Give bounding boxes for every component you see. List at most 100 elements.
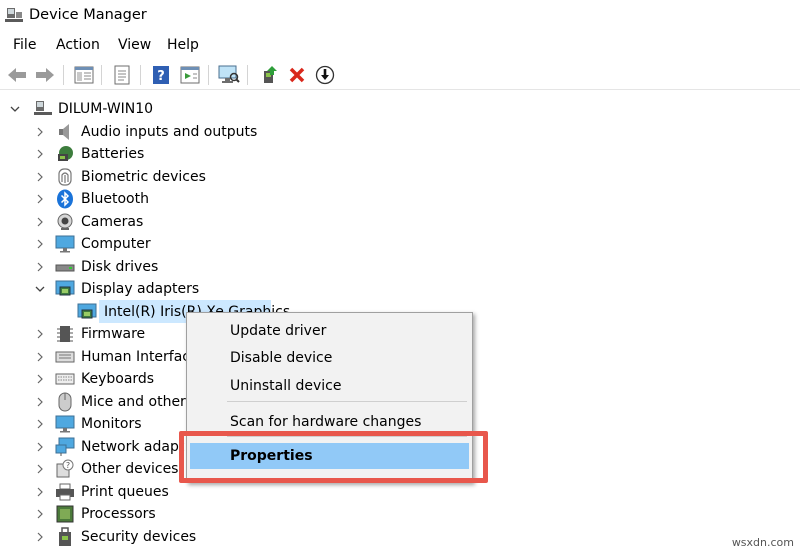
chevron-right-icon[interactable] [35, 239, 45, 249]
forward-arrow-icon[interactable] [34, 64, 56, 86]
tree-item-biometric[interactable]: Biometric devices [0, 166, 300, 188]
menu-item-update-driver[interactable]: Update driver [187, 318, 472, 344]
bluetooth-icon [55, 189, 75, 209]
tree-item-security-devices[interactable]: Security devices [0, 526, 300, 548]
chevron-down-icon[interactable] [35, 284, 45, 294]
chevron-right-icon[interactable] [35, 464, 45, 474]
chevron-right-icon[interactable] [35, 329, 45, 339]
chevron-right-icon[interactable] [35, 217, 45, 227]
computer-icon [33, 99, 53, 119]
tree-item-label: Monitors [81, 416, 142, 432]
toolbar-divider [247, 65, 248, 85]
toolbar-divider [63, 65, 64, 85]
unknown-device-icon: ? [55, 459, 75, 479]
update-driver-icon[interactable] [258, 64, 280, 86]
security-icon [55, 527, 75, 547]
toolbar-divider [208, 65, 209, 85]
properties-sheet-icon[interactable] [111, 64, 133, 86]
tree-item-cameras[interactable]: Cameras [0, 211, 300, 233]
chevron-right-icon[interactable] [35, 509, 45, 519]
tree-item-label: Other devices [81, 461, 179, 477]
chevron-right-icon[interactable] [35, 419, 45, 429]
tree-root[interactable]: DILUM-WIN10 [0, 98, 300, 120]
tree-item-label: Biometric devices [81, 169, 206, 185]
chevron-right-icon[interactable] [35, 374, 45, 384]
scan-hardware-icon[interactable] [218, 64, 240, 86]
help-icon[interactable]: ? [150, 64, 172, 86]
menu-item-uninstall-device[interactable]: Uninstall device [187, 373, 472, 399]
tree-item-processors[interactable]: Processors [0, 503, 300, 525]
tree-item-bluetooth[interactable]: Bluetooth [0, 188, 300, 210]
tree-item-label: Firmware [81, 326, 146, 342]
battery-icon [55, 144, 75, 164]
network-icon [55, 437, 75, 457]
menu-bar: File Action View Help [0, 33, 800, 57]
device-manager-icon [5, 7, 23, 25]
computer-name: DILUM-WIN10 [58, 101, 154, 117]
menu-item-label: Uninstall device [230, 378, 342, 394]
menu-item-label: Scan for hardware changes [230, 414, 422, 430]
menu-help[interactable]: Help [167, 37, 199, 53]
toolbar-divider [101, 65, 102, 85]
action-pane-icon[interactable] [179, 64, 201, 86]
disk-icon [55, 257, 75, 277]
tree-item-display-adapters[interactable]: Display adapters [0, 278, 300, 300]
back-arrow-icon[interactable] [6, 64, 28, 86]
chevron-right-icon[interactable] [35, 172, 45, 182]
tree-item-batteries[interactable]: Batteries [0, 143, 300, 165]
window-title: Device Manager [29, 7, 147, 23]
tree-item-label: Batteries [81, 146, 145, 162]
camera-icon [55, 212, 75, 232]
tree-item-label: Network adapt [81, 439, 185, 455]
display-adapter-icon [77, 302, 97, 322]
fingerprint-icon [55, 167, 75, 187]
menu-item-disable-device[interactable]: Disable device [187, 345, 472, 371]
tree-item-label: Audio inputs and outputs [81, 124, 258, 140]
tree-item-label: Computer [81, 236, 151, 252]
show-hide-console-tree-icon[interactable] [73, 64, 95, 86]
disable-down-arrow-icon[interactable] [314, 64, 336, 86]
processor-icon [55, 504, 75, 524]
menu-separator [227, 401, 467, 402]
chevron-down-icon[interactable] [10, 104, 20, 114]
toolbar-divider [140, 65, 141, 85]
toolbar: ? [0, 60, 800, 90]
tree-item-label: Keyboards [81, 371, 155, 387]
chevron-right-icon[interactable] [35, 127, 45, 137]
chevron-right-icon[interactable] [35, 487, 45, 497]
chevron-right-icon[interactable] [35, 262, 45, 272]
tree-item-label: Cameras [81, 214, 144, 230]
uninstall-x-icon[interactable] [286, 64, 308, 86]
svg-text:?: ? [157, 69, 165, 84]
title-bar: Device Manager [0, 0, 800, 32]
speaker-icon [55, 122, 75, 142]
printer-icon [55, 482, 75, 502]
hid-icon [55, 347, 75, 367]
chevron-right-icon[interactable] [35, 532, 45, 542]
chevron-right-icon[interactable] [35, 352, 45, 362]
menu-action[interactable]: Action [56, 37, 100, 53]
mouse-icon [55, 392, 75, 412]
chip-icon [55, 324, 75, 344]
tree-item-print-queues[interactable]: Print queues [0, 481, 300, 503]
tree-item-label: Processors [81, 506, 156, 522]
tree-item-disk-drives[interactable]: Disk drives [0, 256, 300, 278]
callout-highlight-box [179, 431, 488, 483]
tree-item-label: Security devices [81, 529, 197, 545]
tree-item-label: Human Interface [81, 349, 199, 365]
menu-item-label: Disable device [230, 350, 333, 366]
menu-item-label: Update driver [230, 323, 327, 339]
chevron-right-icon[interactable] [35, 397, 45, 407]
menu-view[interactable]: View [118, 37, 151, 53]
svg-text:?: ? [66, 461, 70, 470]
display-adapter-icon [55, 279, 75, 299]
chevron-right-icon[interactable] [35, 442, 45, 452]
tree-item-label: Display adapters [81, 281, 200, 297]
monitor-icon [55, 414, 75, 434]
tree-item-audio[interactable]: Audio inputs and outputs [0, 121, 300, 143]
menu-file[interactable]: File [13, 37, 36, 53]
chevron-right-icon[interactable] [35, 149, 45, 159]
chevron-right-icon[interactable] [35, 194, 45, 204]
watermark: wsxdn.com [731, 536, 794, 549]
tree-item-computer[interactable]: Computer [0, 233, 300, 255]
